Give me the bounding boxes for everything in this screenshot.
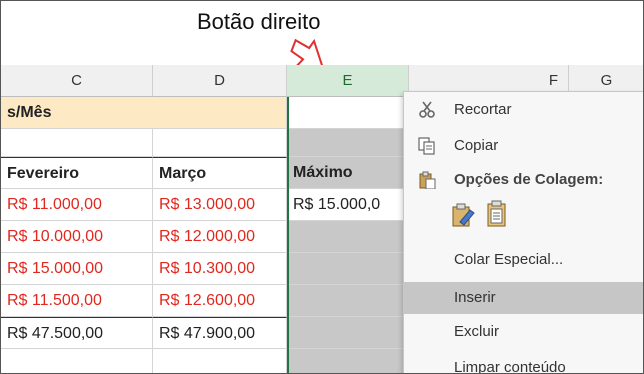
paste-values-icon[interactable] bbox=[486, 200, 508, 228]
cell-e2[interactable] bbox=[287, 129, 409, 157]
column-header-c[interactable]: C bbox=[1, 65, 153, 97]
cell-d9[interactable] bbox=[153, 349, 287, 373]
menu-item-inserir[interactable]: Inserir bbox=[404, 282, 643, 314]
header-fevereiro[interactable]: Fevereiro bbox=[1, 157, 153, 189]
cell-value[interactable]: R$ 10.000,00 bbox=[1, 221, 153, 253]
menu-item-label: Copiar bbox=[454, 137, 499, 154]
menu-section-paste-options: Opções de Colagem: bbox=[404, 164, 643, 196]
column-letter: F bbox=[548, 72, 559, 89]
header-marco[interactable]: Março bbox=[153, 157, 287, 189]
header-maximo[interactable]: Máximo bbox=[287, 157, 409, 189]
excel-window: Botão direito C D E F G s/Mês Fevereiro … bbox=[0, 0, 644, 374]
menu-item-label: Colar Especial... bbox=[454, 251, 564, 268]
menu-item-recortar[interactable]: Recortar bbox=[404, 94, 643, 126]
cell-value[interactable]: R$ 13.000,00 bbox=[153, 189, 287, 221]
cell-value[interactable]: R$ 11.500,00 bbox=[1, 285, 153, 317]
column-letter: D bbox=[214, 72, 225, 89]
title-cell[interactable]: s/Mês bbox=[1, 97, 287, 129]
cell-value[interactable]: R$ 47.900,00 bbox=[153, 317, 287, 349]
menu-item-label: Opções de Colagem: bbox=[454, 171, 604, 188]
menu-item-label: Limpar conteúdo bbox=[454, 359, 566, 374]
cell-value[interactable]: R$ 12.600,00 bbox=[153, 285, 287, 317]
annotation-label: Botão direito bbox=[197, 9, 321, 34]
column-header-e[interactable]: E bbox=[287, 65, 409, 97]
menu-item-limpar-conteudo[interactable]: Limpar conteúdo bbox=[404, 352, 643, 374]
scissors-icon bbox=[419, 101, 435, 118]
column-header-d[interactable]: D bbox=[153, 65, 287, 97]
cell-value[interactable] bbox=[287, 221, 409, 253]
menu-item-copiar[interactable]: Copiar bbox=[404, 130, 643, 162]
column-letter: E bbox=[342, 72, 353, 89]
cell-value[interactable]: R$ 15.000,00 bbox=[1, 253, 153, 285]
column-letter: G bbox=[600, 72, 613, 89]
cell-value[interactable]: R$ 10.300,00 bbox=[153, 253, 287, 285]
cell-c2[interactable] bbox=[1, 129, 153, 157]
copy-icon bbox=[418, 137, 435, 155]
paste-icon bbox=[419, 171, 436, 189]
menu-item-label: Excluir bbox=[454, 323, 500, 340]
cell-value[interactable]: R$ 15.000,0 bbox=[287, 189, 409, 221]
cell-value[interactable] bbox=[287, 253, 409, 285]
cell-value[interactable] bbox=[287, 285, 409, 317]
cell-value[interactable]: R$ 11.000,00 bbox=[1, 189, 153, 221]
menu-item-label: Recortar bbox=[454, 101, 512, 118]
cell-value[interactable]: R$ 47.500,00 bbox=[1, 317, 153, 349]
cell-e9[interactable] bbox=[287, 349, 409, 373]
context-menu: Recortar Copiar Opções de Colagem: Colar… bbox=[403, 91, 643, 374]
paste-format-icon[interactable] bbox=[450, 202, 476, 228]
menu-item-colar-especial[interactable]: Colar Especial... bbox=[404, 244, 643, 276]
cell-value[interactable]: R$ 12.000,00 bbox=[153, 221, 287, 253]
cell-c9[interactable] bbox=[1, 349, 153, 373]
cell-value[interactable] bbox=[287, 317, 409, 349]
cell-d2[interactable] bbox=[153, 129, 287, 157]
column-letter: C bbox=[71, 72, 82, 89]
menu-item-excluir[interactable]: Excluir bbox=[404, 316, 643, 348]
menu-item-label: Inserir bbox=[454, 289, 496, 306]
cell-e1[interactable] bbox=[287, 97, 409, 129]
